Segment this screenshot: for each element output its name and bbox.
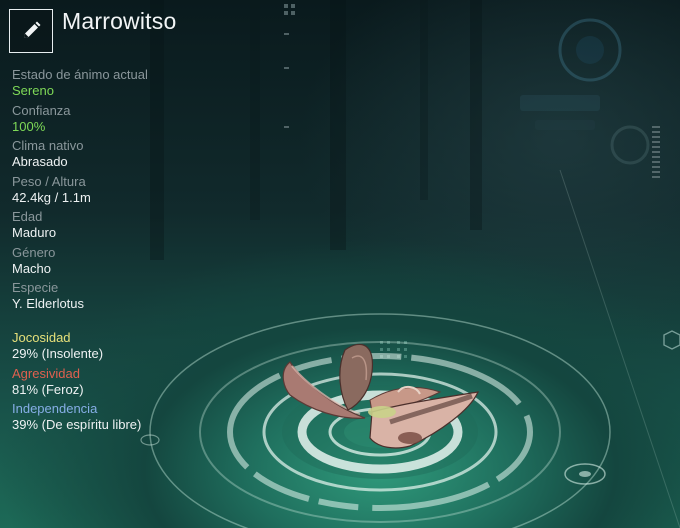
trait-label: Agresividad	[12, 365, 80, 381]
stat-weight-height: Peso / Altura 42.4kg / 1.1m	[12, 174, 232, 206]
stat-value: Abrasado	[12, 154, 68, 169]
creature-name: Marrowitso	[62, 8, 177, 34]
stat-label: Peso / Altura	[12, 173, 86, 189]
stat-label: Edad	[12, 209, 43, 224]
hexagon-marker	[663, 330, 680, 350]
stat-label: Especie	[12, 280, 59, 295]
trait-independence: Independencia 39% (De espíritu libre)	[12, 401, 232, 433]
edit-name-button[interactable]	[9, 9, 53, 53]
stat-value: Maduro	[12, 225, 57, 240]
distant-structure	[520, 18, 650, 165]
stat-value: Macho	[12, 260, 52, 276]
stat-species: Especie Y. Elderlotus	[12, 280, 232, 312]
traits-panel: Jocosidad 29% (Insolente) Agresividad 81…	[12, 330, 232, 437]
trait-aggression: Agresividad 81% (Feroz)	[12, 366, 232, 398]
trait-playfulness: Jocosidad 29% (Insolente)	[12, 330, 232, 362]
stats-panel: Estado de ánimo actual Sereno Confianza …	[12, 67, 232, 316]
stat-age: Edad Maduro	[12, 209, 232, 241]
stat-trust: Confianza 100%	[12, 103, 232, 135]
stat-label: Estado de ánimo actual	[12, 67, 148, 82]
stat-value: 42.4kg / 1.1m	[12, 189, 91, 205]
light-streak	[559, 169, 680, 528]
trait-label: Jocosidad	[12, 330, 71, 345]
pencil-icon	[24, 21, 41, 38]
trait-label: Independencia	[12, 401, 98, 416]
stat-climate: Clima nativo Abrasado	[12, 138, 232, 170]
stat-value: 100%	[12, 118, 46, 134]
stat-value: Sereno	[12, 83, 54, 98]
creature-viewer: Marrowitso Estado de ánimo actual Sereno…	[0, 0, 680, 528]
trait-value: 29% (Insolente)	[12, 346, 104, 361]
stat-mood: Estado de ánimo actual Sereno	[12, 67, 232, 99]
stat-value: Y. Elderlotus	[12, 296, 85, 311]
stat-gender: Género Macho	[12, 245, 232, 277]
trait-value: 39% (De espíritu libre)	[12, 417, 142, 432]
stat-label: Clima nativo	[12, 138, 84, 153]
trait-value: 81% (Feroz)	[12, 381, 84, 397]
stat-label: Confianza	[12, 102, 71, 118]
stat-label: Género	[12, 244, 56, 260]
